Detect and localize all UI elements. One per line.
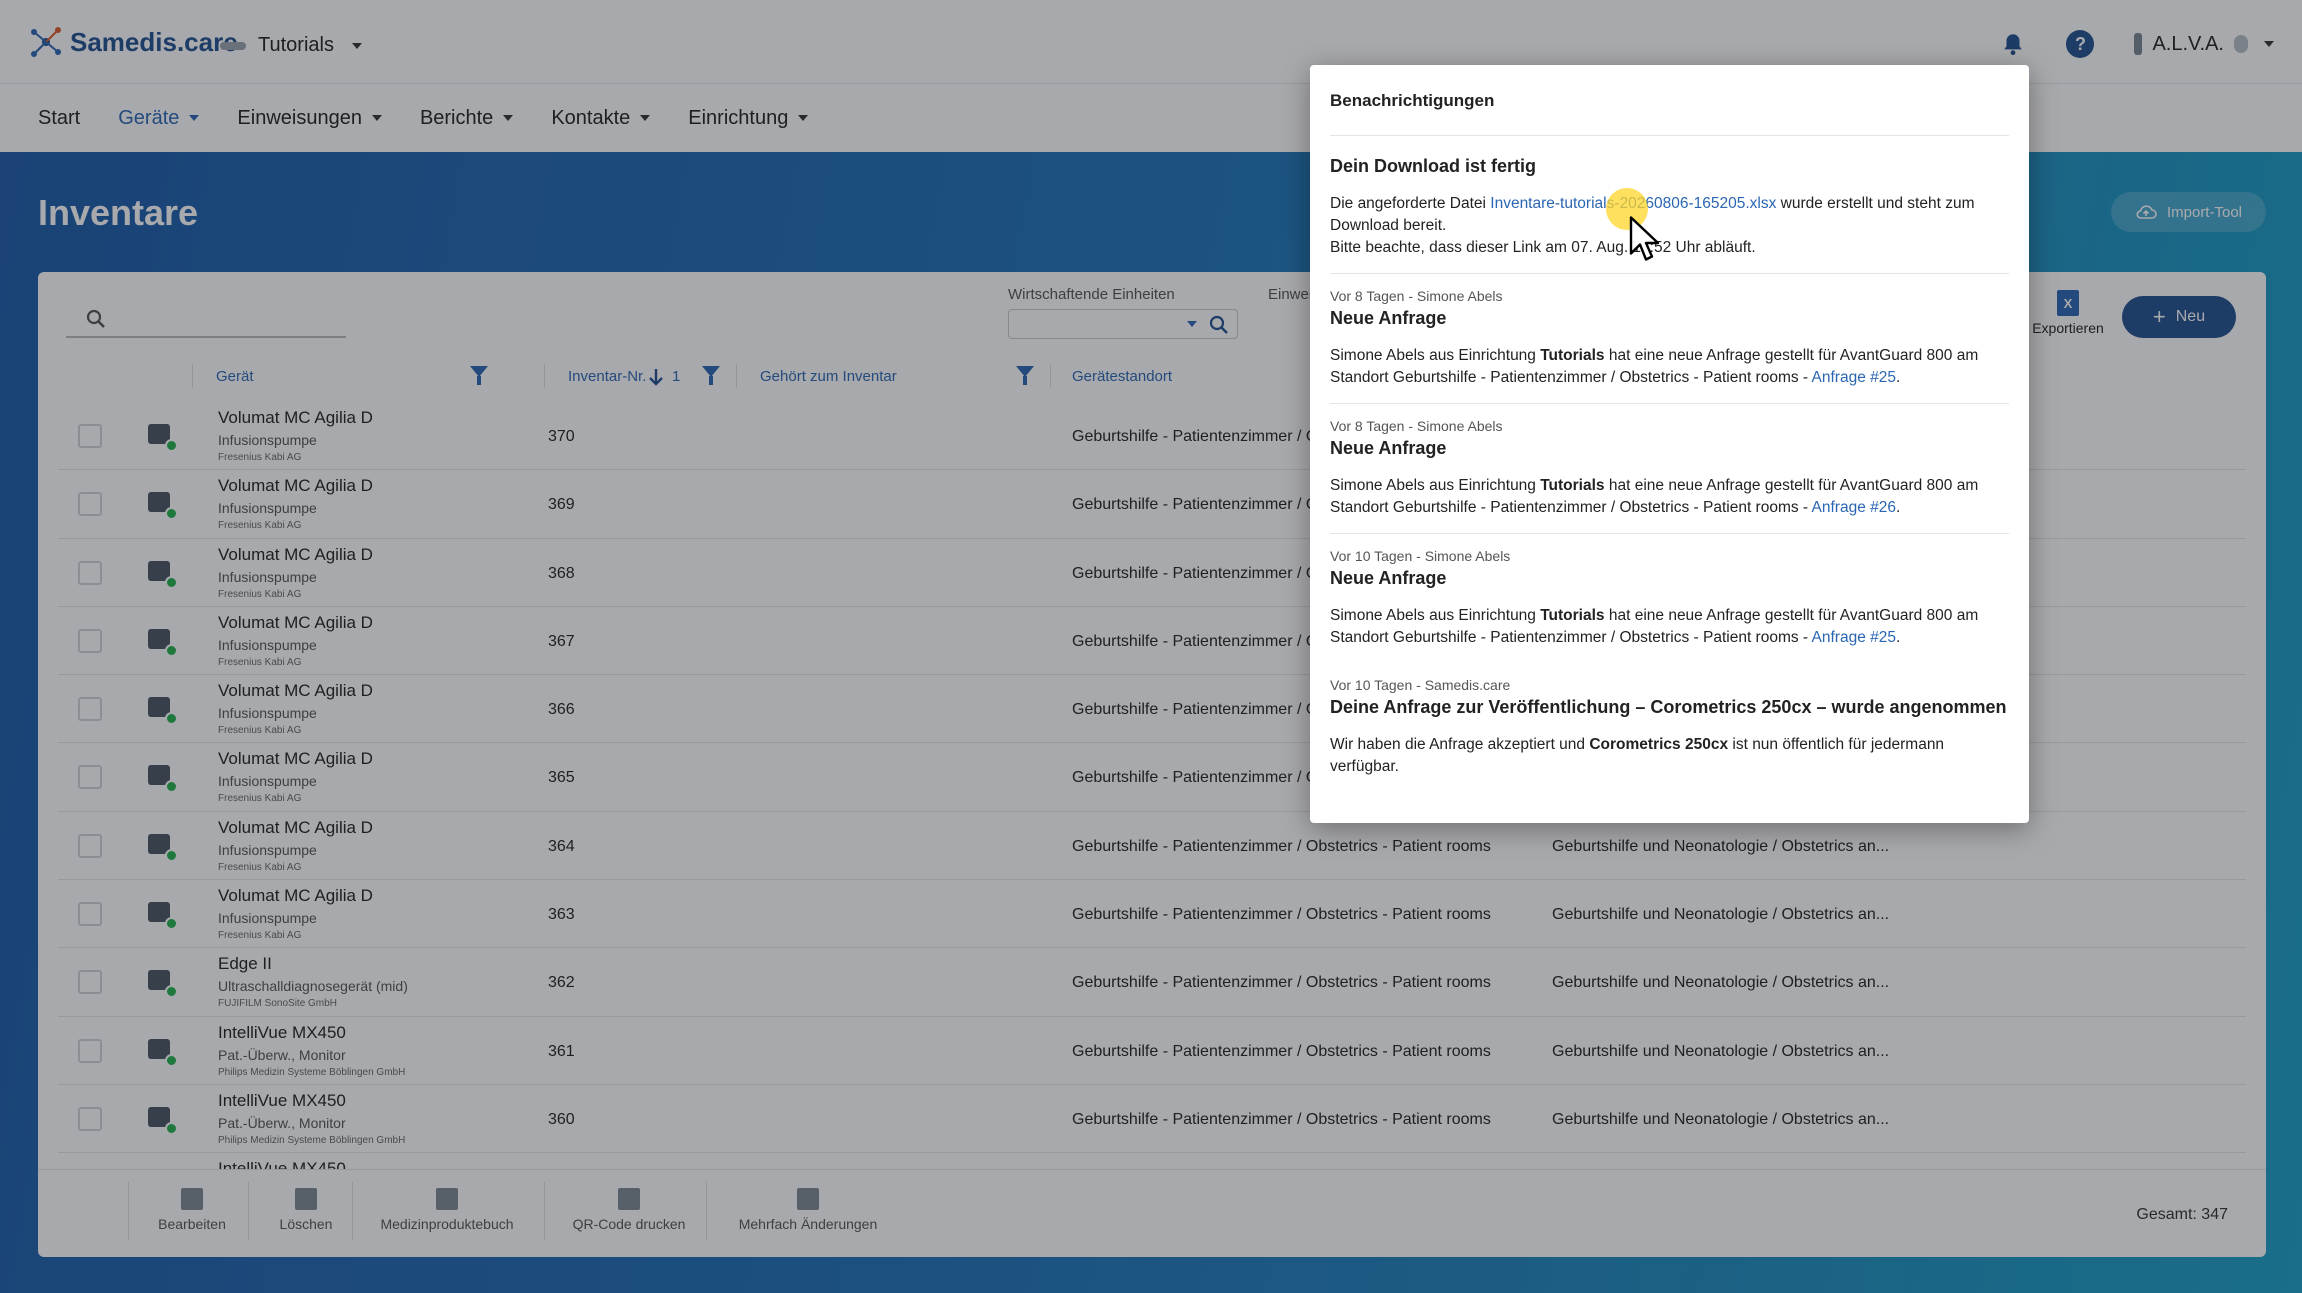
notification-title: Dein Download ist fertig bbox=[1330, 156, 1537, 176]
request-link[interactable]: Anfrage #25 bbox=[1812, 629, 1896, 646]
notification-text: . bbox=[1896, 369, 1901, 386]
notification-text: . bbox=[1896, 499, 1901, 516]
notification-body: Simone Abels aus Einrichtung Tutorials h… bbox=[1330, 345, 2009, 389]
notification-text: Simone Abels aus Einrichtung bbox=[1330, 347, 1541, 364]
notification-text: . bbox=[1896, 629, 1901, 646]
notification-device: Corometrics 250cx bbox=[1589, 736, 1729, 753]
notification-body: Wir haben die Anfrage akzeptiert und Cor… bbox=[1330, 734, 2009, 778]
notification-body: Simone Abels aus Einrichtung Tutorials h… bbox=[1330, 605, 2009, 649]
notification-published: Vor 10 Tagen - Samedis.care Deine Anfrag… bbox=[1330, 663, 2009, 792]
notification-download: Dein Download ist fertig Die angefordert… bbox=[1330, 136, 2009, 274]
notification-expiry: Bitte beachte, dass dieser Link am 07. A… bbox=[1330, 239, 1756, 256]
notification-item: Vor 8 Tagen - Simone Abels Neue Anfrage Si… bbox=[1330, 274, 2009, 404]
notification-item: Vor 8 Tagen - Simone Abels Neue Anfrage Si… bbox=[1330, 404, 2009, 534]
notification-text: Simone Abels aus Einrichtung bbox=[1330, 477, 1541, 494]
mouse-cursor-icon bbox=[1629, 216, 1660, 261]
notification-meta: Vor 10 Tagen - Samedis.care bbox=[1330, 677, 1511, 693]
request-link[interactable]: Anfrage #26 bbox=[1812, 499, 1896, 516]
notifications-title: Benachrichtigungen bbox=[1330, 65, 2009, 136]
notification-body: Die angeforderte Datei Inventare-tutoria… bbox=[1330, 193, 2009, 259]
notification-meta: Vor 8 Tagen - Simone Abels bbox=[1330, 288, 1503, 304]
notification-tenant: Tutorials bbox=[1540, 607, 1605, 624]
notification-title: Neue Anfrage bbox=[1330, 438, 1447, 458]
notification-body: Simone Abels aus Einrichtung Tutorials h… bbox=[1330, 475, 2009, 519]
notifications-panel: Benachrichtigungen Dein Download ist fer… bbox=[1310, 65, 2029, 823]
notification-meta: Vor 8 Tagen - Simone Abels bbox=[1330, 418, 1503, 434]
notification-text: Simone Abels aus Einrichtung bbox=[1330, 607, 1541, 624]
notification-text: Wir haben die Anfrage akzeptiert und bbox=[1330, 736, 1590, 753]
notification-title: Neue Anfrage bbox=[1330, 568, 1447, 588]
notification-title: Deine Anfrage zur Veröffentlichung – Cor… bbox=[1330, 697, 2007, 717]
notification-text: Die angeforderte Datei bbox=[1330, 195, 1491, 212]
notification-meta: Vor 10 Tagen - Simone Abels bbox=[1330, 548, 1511, 564]
request-link[interactable]: Anfrage #25 bbox=[1812, 369, 1896, 386]
notification-tenant: Tutorials bbox=[1540, 347, 1605, 364]
notification-tenant: Tutorials bbox=[1540, 477, 1605, 494]
notification-title: Neue Anfrage bbox=[1330, 308, 1447, 328]
notification-item: Vor 10 Tagen - Simone Abels Neue Anfrage S… bbox=[1330, 534, 2009, 663]
